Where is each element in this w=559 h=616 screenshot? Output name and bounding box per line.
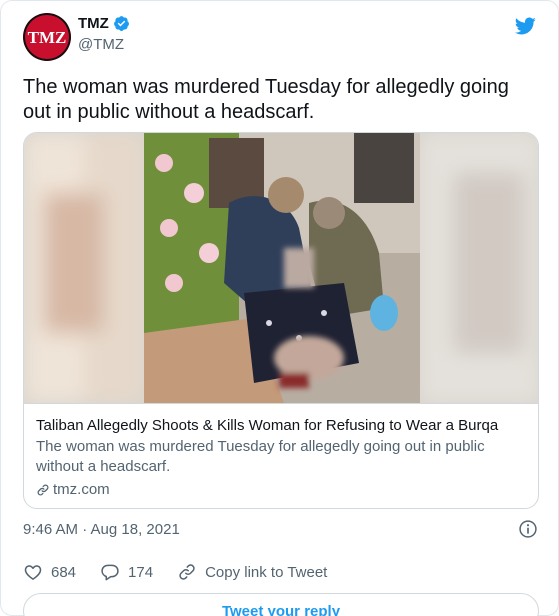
link-icon <box>179 564 195 580</box>
tmz-logo: TMZ <box>23 13 71 61</box>
author-handle[interactable]: @TMZ <box>78 36 130 53</box>
reply-count: 174 <box>128 563 154 581</box>
tweet-timestamp[interactable]: 9:46 AM · Aug 18, 2021 <box>23 521 180 538</box>
card-domain[interactable]: tmz.com <box>53 481 110 498</box>
author-name-row: TMZ <box>78 15 130 32</box>
author-block[interactable]: TMZ @TMZ <box>78 15 130 53</box>
link-card[interactable]: Taliban Allegedly Shoots & Kills Woman f… <box>23 132 539 509</box>
like-count: 684 <box>51 563 77 581</box>
card-domain-row[interactable]: tmz.com <box>36 481 528 498</box>
tweet-your-reply-button[interactable]: Tweet your reply <box>23 593 539 616</box>
link-icon <box>37 484 49 495</box>
reply-button-label: Tweet your reply <box>221 602 341 616</box>
news-photo <box>24 133 538 403</box>
avatar[interactable]: TMZ <box>23 13 71 61</box>
card-image[interactable] <box>24 133 538 403</box>
heart-icon <box>24 565 42 580</box>
reply-button[interactable]: 174 <box>100 562 153 582</box>
verified-badge-icon <box>113 16 129 31</box>
info-icon[interactable] <box>518 519 538 539</box>
reply-bubble-icon <box>101 564 119 581</box>
action-bar: 684 174 Copy link to Tweet <box>23 561 351 583</box>
tweet-embed: TMZ TMZ @TMZ The woman was murdered Tues… <box>0 0 559 616</box>
card-title[interactable]: Taliban Allegedly Shoots & Kills Woman f… <box>36 416 528 435</box>
twitter-bird-icon[interactable] <box>512 15 538 37</box>
copy-link-button[interactable]: Copy link to Tweet <box>177 562 327 582</box>
copy-link-label: Copy link to Tweet <box>205 563 328 581</box>
tweet-text: The woman was murdered Tuesday for alleg… <box>23 76 509 123</box>
card-body[interactable]: Taliban Allegedly Shoots & Kills Woman f… <box>24 403 538 508</box>
avatar-logo-text: TMZ <box>28 28 67 47</box>
like-button[interactable]: 684 <box>23 562 76 582</box>
card-description: The woman was murdered Tuesday for alleg… <box>36 438 485 475</box>
author-name[interactable]: TMZ <box>78 15 109 32</box>
